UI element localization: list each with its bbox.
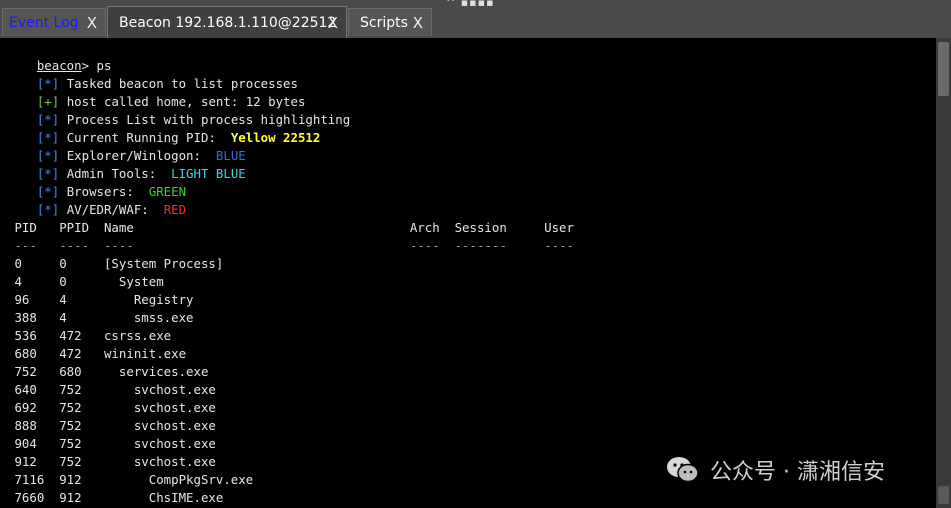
table-row: 7116 912 CompPkgSrv.exe <box>7 472 254 487</box>
tab-scripts-label: Scripts <box>360 14 408 31</box>
panel-resize-grip[interactable]: ^ ▪▪▪▪ ˅ <box>446 0 506 9</box>
process-table-separator: --- ---- ---- ---- ------- ---- <box>7 238 574 253</box>
table-row: 536 472 csrss.exe <box>7 328 172 343</box>
console-message: [*] Process List with process highlighti… <box>7 93 350 127</box>
console-prompt-line: beacon> ps <box>7 39 112 73</box>
tab-scripts[interactable]: Scripts X <box>348 8 432 36</box>
console-message: [*] Admin Tools: LIGHT BLUE <box>7 147 246 181</box>
wechat-icon <box>667 457 699 483</box>
table-row: 912 752 svchost.exe <box>7 454 216 469</box>
table-row: 4 0 System <box>7 274 164 289</box>
table-row: 388 4 smss.exe <box>7 310 194 325</box>
table-row: 0 0 [System Process] <box>7 256 224 271</box>
highlight-red: RED <box>163 202 187 217</box>
console-message: [*] Tasked beacon to list processes <box>7 57 298 91</box>
message-tag: [*] <box>36 202 60 217</box>
watermark-text: 公众号 · 潇湘信安 <box>710 460 885 485</box>
scrollbar-thumb[interactable] <box>938 42 949 96</box>
tab-scripts-close-icon[interactable]: X <box>413 14 423 32</box>
console-message: [*] Explorer/Winlogon: BLUE <box>7 129 246 163</box>
tab-event-log[interactable]: Event Log X <box>2 8 106 36</box>
table-row: 7660 912 ChsIME.exe <box>7 490 224 505</box>
table-row: 680 472 wininit.exe <box>7 346 187 361</box>
console-scrollbar[interactable] <box>936 38 951 508</box>
console-message: [*] Current Running PID: Yellow 22512 <box>7 111 321 145</box>
table-row: 692 752 svchost.exe <box>7 400 216 415</box>
tab-beacon[interactable]: Beacon 192.168.1.110@22512 X <box>107 6 347 38</box>
process-table-header: PID PPID Name Arch Session User <box>7 220 574 235</box>
table-row: 752 680 services.exe <box>7 364 209 379</box>
table-row: 96 4 Registry <box>7 292 194 307</box>
table-row: 904 752 svchost.exe <box>7 436 216 451</box>
beacon-console[interactable]: beacon> ps [*] Tasked beacon to list pro… <box>0 38 936 508</box>
console-message: [*] Browsers: GREEN <box>7 165 186 199</box>
console-message: [+] host called home, sent: 12 bytes <box>7 75 306 109</box>
tab-bar: Event Log X Beacon 192.168.1.110@22512 X… <box>0 0 951 38</box>
tab-event-log-close-icon[interactable]: X <box>87 14 97 32</box>
tab-event-log-label: Event Log <box>9 14 79 31</box>
tab-beacon-close-icon[interactable]: X <box>328 14 338 32</box>
watermark: 公众号 · 潇湘信安 <box>666 453 885 487</box>
scrollbar-down-button[interactable] <box>938 486 949 504</box>
message-text: AV/EDR/WAF: <box>66 202 164 217</box>
tab-beacon-label: Beacon 192.168.1.110@22512 <box>119 14 337 31</box>
table-row: 888 752 svchost.exe <box>7 418 216 433</box>
table-row: 640 752 svchost.exe <box>7 382 216 397</box>
console-message: [*] AV/EDR/WAF: RED <box>7 183 186 217</box>
